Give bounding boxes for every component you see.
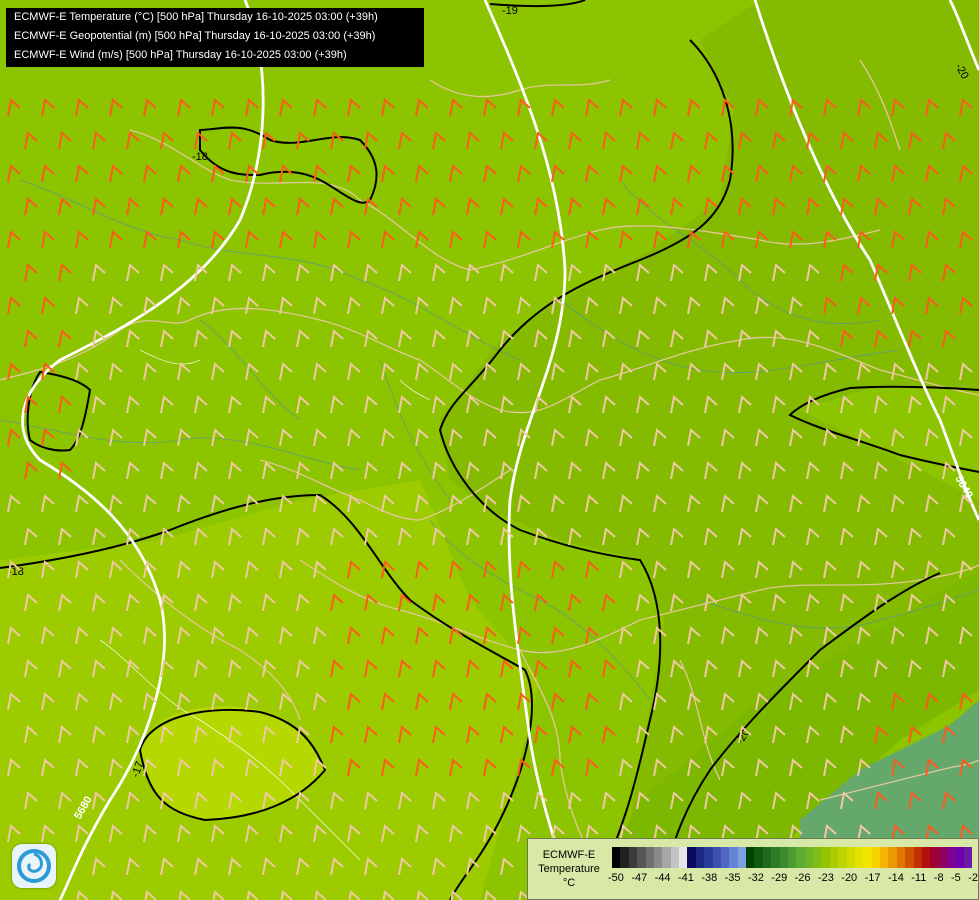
legend-tick-label: -2 xyxy=(968,872,978,884)
legend-swatch xyxy=(670,847,679,868)
title-line-temperature: ECMWF-E Temperature (°C) [500 hPa] Thurs… xyxy=(14,11,378,23)
legend-title-line1: ECMWF-E xyxy=(542,849,596,861)
legend-tick-label: -29 xyxy=(771,872,788,884)
legend-color-bar xyxy=(612,847,973,868)
title-line-geopotential: ECMWF-E Geopotential (m) [500 hPa] Thurs… xyxy=(14,30,376,42)
legend-swatch xyxy=(662,847,671,868)
legend-swatch xyxy=(653,847,663,868)
legend-swatch xyxy=(612,847,621,868)
weather-map[interactable]: -19 -20 -18 -18 -17 -20 5640 5680 xyxy=(0,0,979,900)
title-line-wind: ECMWF-E Wind (m/s) [500 hPa] Thursday 16… xyxy=(14,49,347,61)
ecmwf-logo xyxy=(12,844,56,888)
map-title-box: ECMWF-E Temperature (°C) [500 hPa] Thurs… xyxy=(6,8,424,67)
legend-swatch xyxy=(787,847,797,868)
legend-swatch xyxy=(947,847,956,868)
contour-label-temp-19: -19 xyxy=(502,5,518,17)
legend-swatch xyxy=(695,847,705,868)
legend-swatch xyxy=(813,847,822,868)
legend-tick-label: -44 xyxy=(654,872,671,884)
contour-label-temp-18a: -18 xyxy=(192,151,208,163)
legend-tick-label: -32 xyxy=(747,872,764,884)
legend-tick-label: -26 xyxy=(794,872,811,884)
legend-tick-label: -47 xyxy=(631,872,648,884)
legend-swatch xyxy=(729,847,738,868)
legend-tick-label: -35 xyxy=(724,872,741,884)
legend-tick-label: -50 xyxy=(608,872,624,884)
legend-swatch xyxy=(620,847,629,868)
legend-swatch xyxy=(913,847,922,868)
legend-title: ECMWF-E Temperature °C xyxy=(528,848,610,890)
legend-swatch xyxy=(712,847,721,868)
temperature-legend: ECMWF-E Temperature °C -50 -47 -44 -41 -38 -3… xyxy=(527,838,979,900)
legend-swatch xyxy=(637,847,646,868)
legend-tick-label: -17 xyxy=(864,872,881,884)
legend-swatch xyxy=(930,847,939,868)
legend-swatch xyxy=(628,847,638,868)
legend-tick-label: -14 xyxy=(887,872,904,884)
legend-tick-label: -38 xyxy=(701,872,718,884)
legend-swatch xyxy=(880,847,889,868)
legend-swatch xyxy=(829,847,839,868)
legend-swatch xyxy=(737,847,746,868)
legend-swatch xyxy=(796,847,805,868)
legend-swatch xyxy=(905,847,914,868)
legend-swatch xyxy=(821,847,830,868)
legend-tick-label: -8 xyxy=(933,872,944,884)
legend-swatch xyxy=(679,847,688,868)
legend-swatch xyxy=(746,847,755,868)
legend-swatch xyxy=(854,847,864,868)
legend-swatch xyxy=(754,847,763,868)
legend-swatch xyxy=(963,847,973,868)
legend-ticks: -50 -47 -44 -41 -38 -35 -32 -29 -26 -23 -20 -17 -14-… xyxy=(608,872,978,884)
legend-tick-label: -5 xyxy=(950,872,961,884)
legend-tick-label: -23 xyxy=(817,872,834,884)
legend-title-line2: Temperature xyxy=(538,863,600,875)
legend-swatch xyxy=(704,847,713,868)
legend-swatch xyxy=(871,847,880,868)
legend-swatch xyxy=(720,847,730,868)
legend-swatch xyxy=(771,847,780,868)
legend-swatch xyxy=(846,847,855,868)
legend-swatch xyxy=(804,847,813,868)
legend-tick-label: -11 xyxy=(911,872,927,884)
legend-swatch xyxy=(687,847,696,868)
legend-swatch xyxy=(938,847,947,868)
legend-title-line3: °C xyxy=(562,877,576,889)
legend-swatch xyxy=(955,847,964,868)
legend-swatch xyxy=(888,847,897,868)
legend-swatch xyxy=(779,847,788,868)
legend-swatch xyxy=(896,847,906,868)
legend-tick-label: -20 xyxy=(841,872,858,884)
legend-swatch xyxy=(762,847,772,868)
legend-swatch xyxy=(921,847,931,868)
legend-swatch xyxy=(838,847,847,868)
legend-swatch xyxy=(645,847,654,868)
legend-swatch xyxy=(863,847,872,868)
legend-tick-label: -41 xyxy=(677,872,694,884)
